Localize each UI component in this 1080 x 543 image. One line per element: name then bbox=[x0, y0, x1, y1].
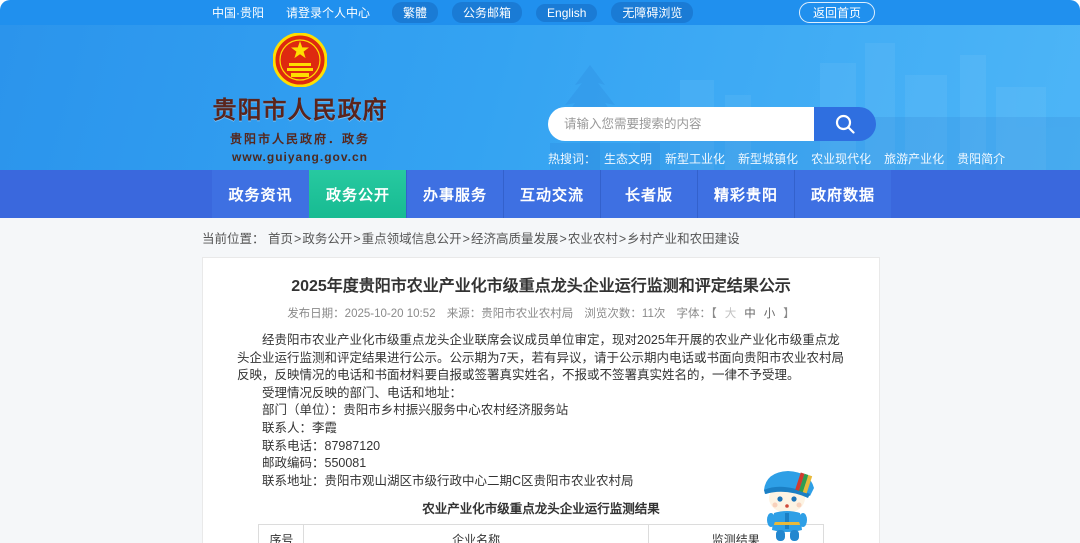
hot-word-6[interactable]: 贵阳简介 bbox=[957, 150, 1005, 167]
search-bar bbox=[548, 107, 876, 141]
browser-viewport: 中国·贵阳 请登录个人中心 繁體 公务邮箱 English 无障碍浏览 返回首页 bbox=[0, 0, 1080, 543]
hot-word-1[interactable]: 生态文明 bbox=[604, 150, 652, 167]
accessibility-button[interactable]: 无障碍浏览 bbox=[611, 2, 694, 23]
nav-item-zhangzheban[interactable]: 长者版 bbox=[600, 170, 697, 218]
region-link[interactable]: 中国·贵阳 bbox=[212, 4, 264, 21]
article-paragraph-1: 经贵阳市农业产业化市级重点龙头企业联席会议成员单位审定，现对2025年开展的农业… bbox=[237, 333, 844, 382]
breadcrumb: 当前位置： 首页>政务公开>重点领域信息公开>经济高质量发展>农业农村>乡村产业… bbox=[202, 232, 740, 246]
utility-bar: 中国·贵阳 请登录个人中心 繁體 公务邮箱 English 无障碍浏览 返回首页 bbox=[0, 0, 1080, 25]
site-subtitle: 贵阳市人民政府．政务 bbox=[229, 132, 370, 146]
english-button[interactable]: English bbox=[536, 3, 598, 22]
breadcrumb-seg-2[interactable]: 重点领域信息公开 bbox=[362, 232, 462, 246]
hot-search-label: 热搜词： bbox=[548, 152, 597, 166]
main-nav: 政务资讯 政务公开 办事服务 互动交流 长者版 精彩贵阳 政府数据 bbox=[0, 170, 1080, 218]
official-mail-button[interactable]: 公务邮箱 bbox=[452, 2, 523, 23]
article-paragraph-2: 受理情况反映的部门、电话和地址： bbox=[262, 385, 463, 400]
site-title: 贵阳市人民政府 bbox=[212, 97, 388, 124]
font-size-label: 字体：【 bbox=[676, 308, 717, 320]
article-meta: 发布日期：2025-10-20 10:52 来源：贵阳市农业农村局 浏览次数：1… bbox=[237, 305, 845, 321]
table-header-row: 序号 企业名称 监测结果 bbox=[258, 523, 824, 543]
hot-word-5[interactable]: 旅游产业化 bbox=[884, 150, 944, 167]
login-link[interactable]: 请登录个人中心 bbox=[286, 4, 370, 21]
site-banner: 贵阳市人民政府 贵阳市人民政府．政务 www.guiyang.gov.cn 热搜… bbox=[0, 25, 1080, 170]
nav-item-zhengwu-zixun[interactable]: 政务资讯 bbox=[212, 170, 309, 218]
breadcrumb-home[interactable]: 首页 bbox=[268, 232, 293, 246]
search-area: 热搜词： 生态文明 新型工业化 新型城镇化 农业现代化 旅游产业化 贵阳简介 bbox=[548, 107, 1005, 167]
back-home-button[interactable]: 返回首页 bbox=[798, 2, 875, 23]
header-company: 企业名称 bbox=[303, 523, 649, 543]
monitoring-result-table: 序号 企业名称 监测结果 1 贵州合力超市采购有限公司 合格 2 贵州友禾种业有… bbox=[258, 523, 824, 543]
contact-person: 联系人：李霞 bbox=[262, 420, 338, 435]
breadcrumb-seg-3[interactable]: 经济高质量发展 bbox=[471, 232, 559, 246]
header-index: 序号 bbox=[258, 523, 305, 543]
contact-phone: 联系电话：87987120 bbox=[262, 438, 381, 453]
nav-item-hudong-jiaoliu[interactable]: 互动交流 bbox=[503, 170, 600, 218]
font-size-large[interactable]: 大 bbox=[725, 308, 737, 320]
breadcrumb-seg-4[interactable]: 农业农村 bbox=[568, 232, 618, 246]
national-emblem-icon bbox=[273, 33, 327, 87]
breadcrumb-seg-1[interactable]: 政务公开 bbox=[302, 232, 352, 246]
nav-item-jingcai-guiyang[interactable]: 精彩贵阳 bbox=[697, 170, 794, 218]
breadcrumb-seg-5[interactable]: 乡村产业和农田建设 bbox=[627, 232, 740, 246]
site-logo[interactable]: 贵阳市人民政府 贵阳市人民政府．政务 www.guiyang.gov.cn bbox=[210, 33, 390, 164]
hot-search-row: 热搜词： 生态文明 新型工业化 新型城镇化 农业现代化 旅游产业化 贵阳简介 bbox=[548, 150, 1005, 167]
search-input[interactable] bbox=[548, 107, 814, 141]
nav-item-zhengfu-shuju[interactable]: 政府数据 bbox=[794, 170, 891, 218]
site-url: www.guiyang.gov.cn bbox=[231, 150, 368, 164]
mascot-widget[interactable] bbox=[752, 460, 824, 543]
view-count: 浏览次数：11次 bbox=[584, 308, 666, 320]
breadcrumb-label: 当前位置： bbox=[202, 232, 265, 246]
traditional-chinese-button[interactable]: 繁體 bbox=[392, 2, 439, 23]
font-size-medium[interactable]: 中 bbox=[744, 308, 756, 320]
font-size-bracket: 】 bbox=[783, 308, 795, 320]
hot-word-4[interactable]: 农业现代化 bbox=[811, 150, 871, 167]
hot-word-3[interactable]: 新型城镇化 bbox=[738, 150, 798, 167]
publish-date: 发布日期：2025-10-20 10:52 bbox=[287, 308, 436, 320]
article-title: 2025年度贵阳市农业产业化市级重点龙头企业运行监测和评定结果公示 bbox=[291, 278, 791, 295]
font-size-small[interactable]: 小 bbox=[764, 308, 776, 320]
content-area: 当前位置： 首页>政务公开>重点领域信息公开>经济高质量发展>农业农村>乡村产业… bbox=[0, 228, 1080, 543]
search-icon bbox=[835, 114, 855, 134]
search-button[interactable] bbox=[814, 107, 876, 141]
hot-word-2[interactable]: 新型工业化 bbox=[665, 150, 725, 167]
contact-department: 部门（单位）：贵阳市乡村振兴服务中心农村经济服务站 bbox=[262, 403, 569, 417]
nav-item-zhengwu-gongkai[interactable]: 政务公开 bbox=[309, 170, 406, 218]
nav-item-banshi-fuwu[interactable]: 办事服务 bbox=[406, 170, 503, 218]
article-source: 来源：贵阳市农业农村局 bbox=[446, 308, 574, 320]
